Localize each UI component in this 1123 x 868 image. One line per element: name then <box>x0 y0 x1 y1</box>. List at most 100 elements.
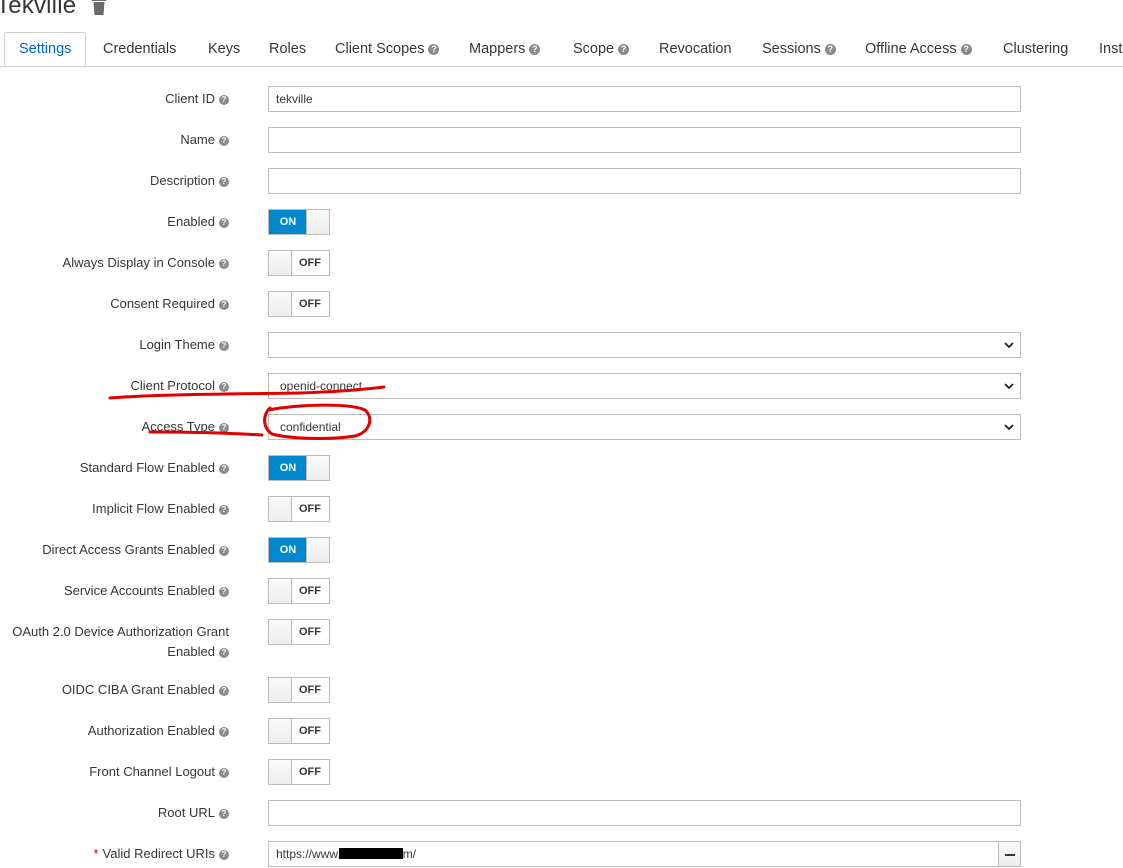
oauth-device-toggle[interactable]: OFF <box>268 619 330 645</box>
label-text: Always Display in Console <box>62 255 215 270</box>
help-icon: ? <box>219 850 229 860</box>
tab-label: Revocation <box>659 41 732 57</box>
label-text: Login Theme <box>139 337 215 352</box>
toggle-knob <box>269 719 292 743</box>
service-accounts-toggle[interactable]: OFF <box>268 578 330 604</box>
tab-scope[interactable]: Scope? <box>573 32 630 66</box>
client-protocol-label: Client Protocol? <box>130 376 229 396</box>
trash-icon[interactable] <box>90 0 108 16</box>
help-icon: ? <box>219 546 229 556</box>
tab-label: Keys <box>208 41 241 57</box>
toggle-off-text: OFF <box>299 298 321 310</box>
label-text: Client ID <box>165 91 215 106</box>
oidc-ciba-toggle[interactable]: OFF <box>268 677 330 703</box>
redirect-value-prefix: https://www. <box>276 847 341 861</box>
oauth-device-label: OAuth 2.0 Device Authorization Grant Ena… <box>12 622 229 662</box>
login-theme-select[interactable] <box>268 332 1021 358</box>
tab-settings[interactable]: Settings <box>4 32 87 66</box>
toggle-off-text: OFF <box>299 766 321 778</box>
tab-label: Roles <box>269 41 307 57</box>
oidc-ciba-label: OIDC CIBA Grant Enabled? <box>62 680 229 700</box>
tab-label: Offline Access <box>865 41 957 57</box>
toggle-on-text: ON <box>269 210 307 234</box>
help-icon: ? <box>428 44 440 55</box>
minus-icon <box>1005 854 1015 856</box>
consent-required-toggle[interactable]: OFF <box>268 291 330 317</box>
client-protocol-select[interactable]: openid-connect <box>268 373 1021 399</box>
toggle-knob <box>269 620 292 644</box>
tab-keys[interactable]: Keys <box>208 32 240 66</box>
label-text: Front Channel Logout <box>89 764 215 779</box>
tab-revocation[interactable]: Revocation <box>659 32 732 66</box>
help-icon: ? <box>219 423 229 433</box>
tab-offline-access[interactable]: Offline Access? <box>865 32 972 66</box>
help-icon: ? <box>219 464 229 474</box>
toggle-off-text: OFF <box>299 257 321 269</box>
label-text: Authorization Enabled <box>87 723 215 738</box>
valid-redirect-input[interactable]: https://www. m/ <box>268 841 999 867</box>
access-type-select[interactable]: confidential <box>268 414 1021 440</box>
label-text: Consent Required <box>110 296 215 311</box>
always-display-toggle[interactable]: OFF <box>268 250 330 276</box>
toggle-off-text: OFF <box>299 725 321 737</box>
direct-access-label: Direct Access Grants Enabled? <box>42 540 229 560</box>
tab-credentials[interactable]: Credentials <box>103 32 176 66</box>
help-icon: ? <box>219 648 229 658</box>
help-icon: ? <box>219 218 229 228</box>
chevron-down-icon <box>1004 342 1014 349</box>
access-type-label: Access Type? <box>142 417 229 437</box>
enabled-toggle[interactable]: ON <box>268 209 330 235</box>
help-icon: ? <box>824 44 836 55</box>
valid-redirect-label: * Valid Redirect URIs? <box>93 844 229 864</box>
front-channel-logout-toggle[interactable]: OFF <box>268 759 330 785</box>
tab-roles[interactable]: Roles <box>269 32 306 66</box>
help-icon: ? <box>219 136 229 146</box>
tab-clustering[interactable]: Clustering <box>1003 32 1068 66</box>
name-input[interactable] <box>268 127 1021 153</box>
root-url-input[interactable] <box>268 800 1021 826</box>
toggle-knob <box>306 456 329 480</box>
help-icon: ? <box>529 44 541 55</box>
service-accounts-label: Service Accounts Enabled? <box>64 581 229 601</box>
tab-mappers[interactable]: Mappers? <box>469 32 541 66</box>
toggle-knob <box>269 251 292 275</box>
help-icon: ? <box>219 177 229 187</box>
tab-label: Clustering <box>1003 41 1069 57</box>
label-text: OIDC CIBA Grant Enabled <box>61 682 215 697</box>
front-channel-logout-label: Front Channel Logout? <box>89 762 229 782</box>
help-icon: ? <box>219 382 229 392</box>
label-text: Enabled <box>167 214 215 229</box>
toggle-off-text: OFF <box>299 626 321 638</box>
tab-installation[interactable]: Inst <box>1099 32 1122 66</box>
label-text: Standard Flow Enabled <box>79 460 215 475</box>
tab-label: Scope <box>573 41 615 57</box>
help-icon: ? <box>219 341 229 351</box>
tab-sessions[interactable]: Sessions? <box>762 32 836 66</box>
standard-flow-toggle[interactable]: ON <box>268 455 330 481</box>
client-id-input[interactable]: tekville <box>268 86 1021 112</box>
page-title: Tekville <box>0 0 77 19</box>
authorization-toggle[interactable]: OFF <box>268 718 330 744</box>
toggle-off-text: OFF <box>299 585 321 597</box>
description-input[interactable] <box>268 168 1021 194</box>
tab-label: Sessions <box>762 41 821 57</box>
toggle-off-text: OFF <box>299 503 321 515</box>
tab-client-scopes[interactable]: Client Scopes? <box>335 32 440 66</box>
name-label: Name? <box>180 130 229 150</box>
root-url-label: Root URL? <box>158 803 229 823</box>
help-icon: ? <box>219 300 229 310</box>
toggle-knob <box>269 292 292 316</box>
help-icon: ? <box>219 727 229 737</box>
label-text: Direct Access Grants Enabled <box>42 542 215 557</box>
label-text: Access Type <box>141 419 215 434</box>
label-text: Implicit Flow Enabled <box>92 501 215 516</box>
tab-label: Mappers <box>469 41 526 57</box>
toggle-on-text: ON <box>269 456 307 480</box>
consent-required-label: Consent Required? <box>110 294 229 314</box>
remove-uri-button[interactable] <box>998 841 1021 867</box>
direct-access-toggle[interactable]: ON <box>268 537 330 563</box>
implicit-flow-toggle[interactable]: OFF <box>268 496 330 522</box>
redirect-value-suffix: m/ <box>402 847 417 861</box>
toggle-knob <box>306 538 329 562</box>
tab-label: Credentials <box>103 41 177 57</box>
